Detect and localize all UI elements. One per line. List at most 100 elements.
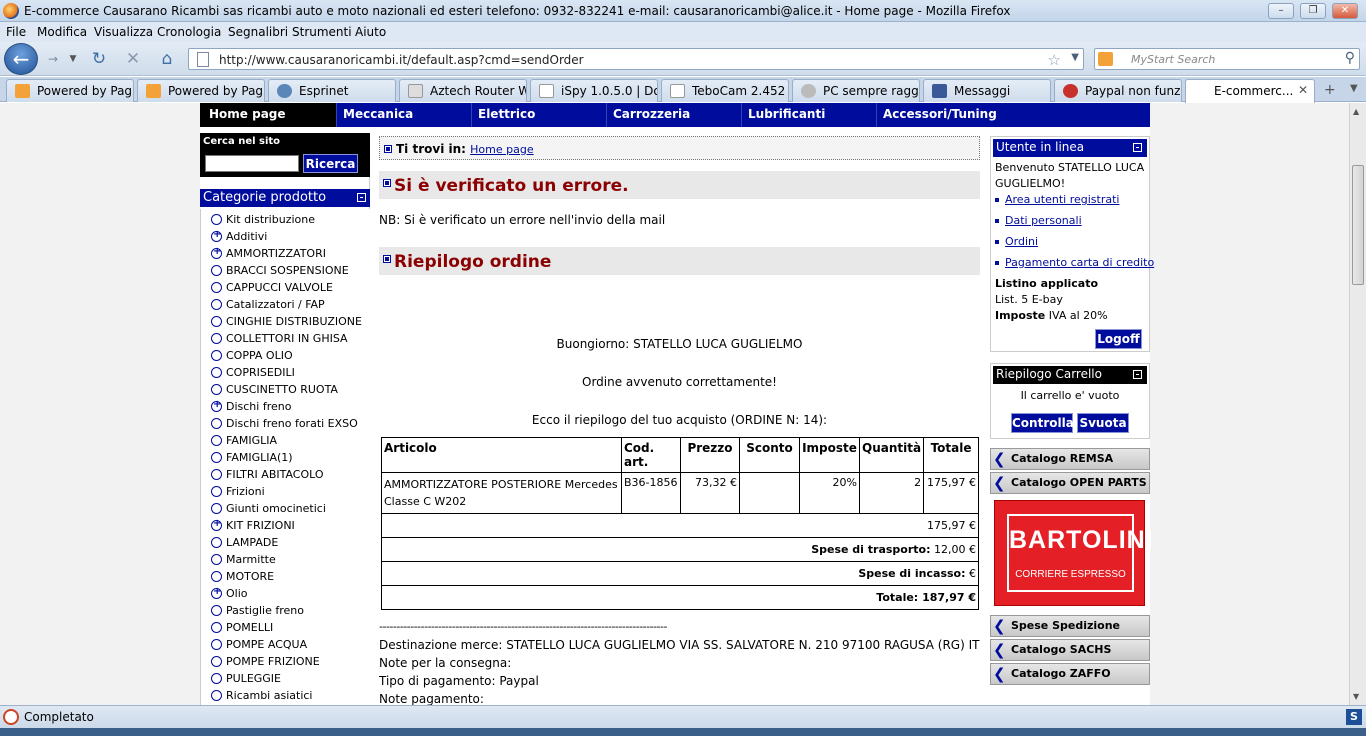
nav-lubrificanti[interactable]: Lubrificanti: [741, 103, 876, 127]
tab-label: E-commerc...: [1214, 84, 1294, 98]
category-item[interactable]: MOTORE: [211, 570, 274, 587]
category-item[interactable]: PULEGGIE: [211, 672, 281, 689]
collapse-icon[interactable]: [1133, 370, 1142, 379]
logoff-button[interactable]: Logoff: [1095, 329, 1142, 349]
nav-elettrico[interactable]: Elettrico: [471, 103, 606, 127]
minimize-button[interactable]: –: [1268, 3, 1294, 19]
menu-strumenti[interactable]: Strumenti: [292, 25, 352, 39]
url-bar[interactable]: http://www.causaranoricambi.it/default.a…: [188, 48, 1084, 70]
cart-box-title: Riepilogo Carrello: [996, 367, 1102, 381]
nav-carrozzeria[interactable]: Carrozzeria: [606, 103, 741, 127]
breadcrumb-home-link[interactable]: Home page: [470, 143, 533, 156]
category-item[interactable]: FILTRI ABITACOLO: [211, 468, 324, 485]
menu-bar: File Modifica Visualizza Cronologia Segn…: [0, 22, 1366, 42]
category-item[interactable]: Ricambi asiatici: [211, 689, 312, 705]
category-item[interactable]: FAMIGLIA(1): [211, 451, 293, 468]
nav-meccanica[interactable]: Meccanica: [336, 103, 471, 127]
category-item[interactable]: CAPPUCCI VALVOLE: [211, 281, 333, 298]
category-item[interactable]: AMMORTIZZATORI: [211, 246, 326, 264]
listino-value: List. 5 E-bay: [995, 293, 1063, 306]
error-heading: Si è verificato un errore.: [379, 171, 980, 199]
collapse-icon[interactable]: [1133, 143, 1142, 152]
catalog-openparts-button[interactable]: ❮ Catalogo OPEN PARTS: [990, 472, 1150, 494]
link-dati-personali[interactable]: Dati personali: [1005, 214, 1082, 227]
category-item[interactable]: POMPE ACQUA: [211, 638, 307, 655]
controlla-button[interactable]: Controlla: [1011, 413, 1074, 433]
category-item[interactable]: Giunti omocinetici: [211, 502, 326, 519]
maximize-button[interactable]: ❐: [1300, 3, 1326, 19]
home-icon[interactable]: ⌂: [154, 46, 180, 72]
category-item[interactable]: CUSCINETTO RUOTA: [211, 383, 338, 400]
category-item[interactable]: KIT FRIZIONI: [211, 518, 295, 536]
tab-list-icon[interactable]: ▼: [1350, 83, 1358, 94]
category-item[interactable]: Dischi freno: [211, 399, 291, 417]
category-item[interactable]: Olio: [211, 586, 248, 604]
scroll-down-icon[interactable]: ▼: [1353, 692, 1359, 701]
menu-aiuto[interactable]: Aiuto: [355, 25, 386, 39]
tab-9[interactable]: Paypal non funzi...: [1054, 79, 1182, 102]
search-engine-icon[interactable]: [1098, 52, 1113, 66]
spese-spedizione-button[interactable]: ❮ Spese Spedizione: [990, 615, 1150, 637]
menu-modifica[interactable]: Modifica: [37, 25, 87, 39]
tab-5[interactable]: iSpy 1.0.5.0 | Do...: [530, 79, 658, 102]
category-item[interactable]: POMELLI: [211, 621, 273, 638]
tab-1[interactable]: Powered by Pagi...: [6, 79, 134, 102]
scroll-up-icon[interactable]: ▲: [1353, 107, 1359, 116]
close-tab-icon[interactable]: ✕: [1298, 83, 1308, 97]
vertical-scrollbar[interactable]: ▲ ▼: [1349, 103, 1366, 705]
menu-cronologia[interactable]: Cronologia: [157, 25, 221, 39]
category-item[interactable]: Additivi: [211, 229, 267, 247]
menu-file[interactable]: File: [6, 25, 26, 39]
tab-7[interactable]: PC sempre raggi...: [792, 79, 920, 102]
search-icon[interactable]: ⚲: [1345, 50, 1355, 66]
menu-visualizza[interactable]: Visualizza: [94, 25, 153, 39]
nav-accessori[interactable]: Accessori/Tuning: [876, 103, 1011, 127]
back-button[interactable]: ←: [4, 43, 38, 75]
search-bar[interactable]: MyStart Search ⚲: [1094, 48, 1360, 70]
menu-segnalibri[interactable]: Segnalibri: [228, 25, 288, 39]
category-item[interactable]: POMPE FRIZIONE: [211, 655, 320, 672]
catalog-zaffo-button[interactable]: ❮ Catalogo ZAFFO: [990, 663, 1150, 685]
scroll-thumb[interactable]: [1352, 165, 1364, 285]
category-item[interactable]: COLLETTORI IN GHISA: [211, 332, 348, 349]
nav-home[interactable]: Home page: [200, 103, 336, 127]
category-item[interactable]: CINGHIE DISTRIBUZIONE: [211, 315, 362, 332]
reload-icon[interactable]: ↻: [86, 46, 112, 72]
bartolini-banner[interactable]: BARTOLINI CORRIERE ESPRESSO: [994, 500, 1153, 606]
new-tab-icon[interactable]: +: [1324, 82, 1336, 98]
category-item[interactable]: Marmitte: [211, 553, 276, 570]
category-item[interactable]: LAMPADE: [211, 536, 278, 553]
site-search-input[interactable]: [205, 155, 299, 172]
collapse-icon[interactable]: [357, 193, 366, 202]
category-item[interactable]: COPRISEDILI: [211, 366, 295, 383]
category-item[interactable]: Dischi freno forati EXSO: [211, 417, 358, 434]
tab-2[interactable]: Powered by Pagi...: [137, 79, 265, 102]
category-item[interactable]: FAMIGLIA: [211, 434, 277, 451]
history-dropdown-icon[interactable]: ▼: [60, 46, 86, 72]
category-item[interactable]: Catalizzatori / FAP: [211, 298, 325, 315]
link-area-utenti[interactable]: Area utenti registrati: [1005, 193, 1119, 206]
close-window-button[interactable]: ✕: [1332, 3, 1358, 19]
tab-6[interactable]: TeboCam 2.452 |...: [661, 79, 789, 102]
tab-4[interactable]: Aztech Router W...: [399, 79, 527, 102]
category-item[interactable]: Kit distribuzione: [211, 213, 315, 230]
catalog-sachs-button[interactable]: ❮ Catalogo SACHS: [990, 639, 1150, 661]
link-ordini[interactable]: Ordini: [1005, 235, 1038, 248]
category-item[interactable]: COPPA OLIO: [211, 349, 293, 366]
stop-icon[interactable]: ✕: [120, 46, 146, 72]
tab-3[interactable]: Esprinet: [268, 79, 396, 102]
tab-8[interactable]: Messaggi: [923, 79, 1051, 102]
svuota-button[interactable]: Svuota: [1077, 413, 1129, 433]
bookmark-star-icon[interactable]: ☆: [1048, 51, 1061, 69]
url-text: http://www.causaranoricambi.it/default.a…: [219, 53, 584, 67]
radio-icon: [211, 639, 222, 650]
category-item[interactable]: Pastiglie freno: [211, 604, 304, 621]
site-search-button[interactable]: Ricerca: [303, 154, 358, 173]
url-dropdown-icon[interactable]: ▼: [1071, 52, 1079, 63]
category-item[interactable]: Frizioni: [211, 485, 265, 502]
category-item[interactable]: BRACCI SOSPENSIONE: [211, 264, 349, 281]
link-pagamento[interactable]: Pagamento carta di credito: [1005, 256, 1154, 269]
addon-icon[interactable]: S: [1346, 709, 1362, 725]
catalog-remsa-button[interactable]: ❮ Catalogo REMSA: [990, 448, 1150, 470]
tab-active[interactable]: E-commerc... ✕: [1185, 79, 1315, 103]
